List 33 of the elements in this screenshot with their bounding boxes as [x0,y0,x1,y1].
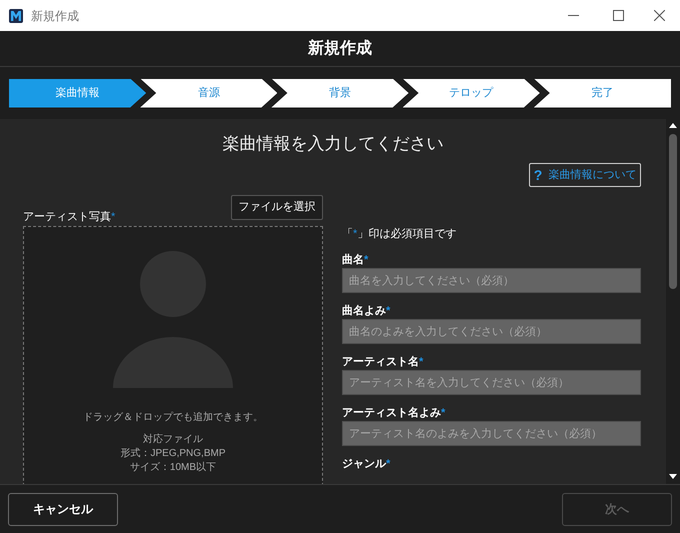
cancel-button[interactable]: キャンセル [8,492,118,526]
text-field[interactable]: アーティスト名を入力してください（必須） [342,370,641,395]
field-label: アーティスト名* [342,355,424,369]
scrollbar-thumb[interactable] [669,134,677,289]
step-tab[interactable]: 楽曲情報 [9,78,146,108]
app-logo-icon [9,8,23,22]
format-info: サイズ：10MB以下 [130,461,216,475]
text-field[interactable]: 曲名のよみを入力してください（必須） [342,319,641,344]
step-tab[interactable]: テロップ [402,78,540,108]
drop-hint: ドラッグ＆ドロップでも追加できます。 [83,410,263,425]
step-tab[interactable]: 音源 [140,78,278,108]
form-heading: 楽曲情報を入力してください [222,134,444,153]
text-field[interactable]: アーティスト名のよみを入力してください（必須） [342,421,641,446]
field-label: 曲名* [342,253,370,267]
choose-file-button[interactable]: ファイルを選択 [231,195,323,220]
scroll-down-icon[interactable] [669,474,677,479]
text-field[interactable]: 曲名を入力してください（必須） [342,268,641,293]
artist-photo-label: アーティスト写真* [23,210,116,224]
help-button[interactable]: ? 楽曲情報について [529,163,641,187]
format-info: 形式：JPEG,PNG,BMP [120,447,226,461]
photo-drop-zone[interactable]: ドラッグ＆ドロップでも追加できます。 対応ファイル 形式：JPEG,PNG,BMP サイズ：10MB以下 [23,226,323,484]
close-icon[interactable] [654,10,665,21]
required-note: 「*」印は必須項目です [342,227,458,241]
field-label: 曲名よみ* [342,304,392,318]
scroll-up-icon[interactable] [669,123,677,128]
window-title: 新規作成 [31,8,79,24]
maximize-icon[interactable] [613,10,624,21]
field-label: アーティスト名よみ* [342,406,446,420]
step-tab[interactable]: 完了 [534,78,672,108]
field-label: ジャンル* [342,457,392,471]
step-tab[interactable]: 背景 [271,78,409,108]
format-info: 対応ファイル [142,433,203,447]
page-title: 新規作成 [308,38,372,58]
